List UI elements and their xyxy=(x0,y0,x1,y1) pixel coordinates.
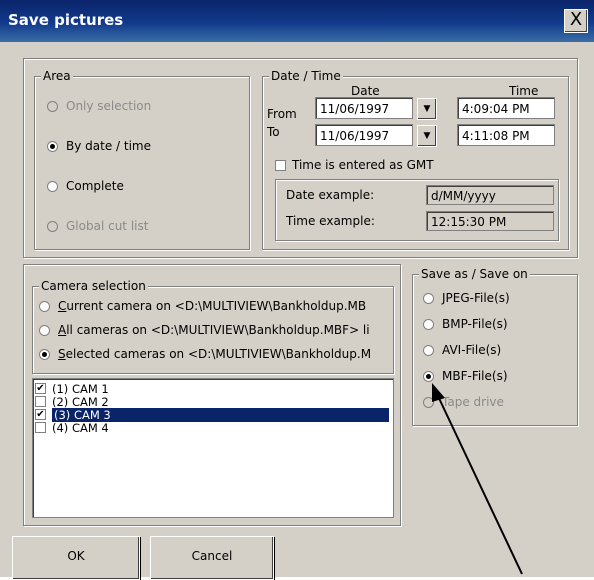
checkbox-icon xyxy=(275,159,286,171)
date-example-label: Date example: xyxy=(286,188,375,202)
save-as-group-label: Save as / Save on xyxy=(419,267,530,281)
from-label: From xyxy=(267,107,297,121)
all-cameras-label: All cameras on <D:\MULTIVIEW\Bankholdup.… xyxy=(58,323,370,337)
selected-cameras-label: Selected cameras on <D:\MULTIVIEW\Bankho… xyxy=(58,347,372,361)
gmt-checkbox[interactable]: Time is entered as GMT xyxy=(275,158,434,172)
tape-drive-label: Tape drive xyxy=(442,395,504,409)
dialog-body: Area Only selection By date / time Compl… xyxy=(0,42,594,580)
bmp-radio[interactable]: BMP-File(s) xyxy=(423,317,508,331)
title-bar: Save pictures X xyxy=(0,0,594,42)
tape-drive-radio[interactable]: Tape drive xyxy=(423,395,504,409)
from-date-dropdown-icon[interactable]: ▼ xyxy=(417,98,437,120)
area-by-date-radio[interactable]: By date / time xyxy=(47,139,151,153)
gmt-label: Time is entered as GMT xyxy=(292,158,434,172)
radio-icon xyxy=(423,292,434,304)
camera-list[interactable]: ✔ (1) CAM 1 (2) CAM 2 ✔ (3) CAM 3 (4) CA… xyxy=(32,378,394,518)
radio-selected-icon xyxy=(423,370,434,382)
avi-radio[interactable]: AVI-File(s) xyxy=(423,343,501,357)
current-camera-radio[interactable]: Current camera on <D:\MULTIVIEW\Bankhold… xyxy=(39,299,366,313)
radio-selected-icon xyxy=(39,348,50,360)
radio-selected-icon xyxy=(47,140,58,152)
checkbox-icon[interactable] xyxy=(35,422,46,433)
ok-button[interactable]: OK xyxy=(12,536,140,580)
avi-label: AVI-File(s) xyxy=(442,343,502,357)
close-button[interactable]: X xyxy=(564,9,588,33)
bmp-label: BMP-File(s) xyxy=(442,317,508,331)
radio-icon xyxy=(47,180,58,192)
area-complete-radio[interactable]: Complete xyxy=(47,179,124,193)
save-as-group: Save as / Save on JPEG-File(s) BMP-File(… xyxy=(412,267,578,426)
camera-group-label: Camera selection xyxy=(39,279,148,293)
camera-list-item-3[interactable]: ✔ (3) CAM 3 xyxy=(35,407,389,422)
area-global-cut-radio[interactable]: Global cut list xyxy=(47,219,148,233)
camera-list-item-4[interactable]: (4) CAM 4 xyxy=(35,421,109,435)
time-example-label: Time example: xyxy=(286,214,375,228)
to-date-field[interactable]: 11/06/1997 xyxy=(315,124,413,146)
to-date-dropdown-icon[interactable]: ▼ xyxy=(417,125,437,147)
current-camera-label: Current camera on <D:\MULTIVIEW\Bankhold… xyxy=(58,299,367,313)
radio-icon xyxy=(423,396,434,408)
time-example-value: 12:15:30 PM xyxy=(426,211,554,231)
area-only-selection-radio[interactable]: Only selection xyxy=(47,99,151,113)
time-column-header: Time xyxy=(509,84,539,98)
area-group-label: Area xyxy=(41,69,73,83)
examples-panel: Date example: d/MM/yyyy Time example: 12… xyxy=(275,179,559,241)
jpeg-label: JPEG-File(s) xyxy=(442,291,510,305)
radio-icon xyxy=(423,318,434,330)
area-complete-label: Complete xyxy=(66,179,124,193)
date-example-value: d/MM/yyyy xyxy=(426,185,554,205)
from-time-field[interactable]: 4:09:04 PM xyxy=(457,97,555,119)
date-column-header: Date xyxy=(351,84,380,98)
checked-checkbox-icon[interactable]: ✔ xyxy=(35,409,46,420)
area-global-cut-label: Global cut list xyxy=(66,219,149,233)
radio-icon xyxy=(47,220,58,232)
window-title: Save pictures xyxy=(8,11,124,29)
datetime-group-label: Date / Time xyxy=(269,69,343,83)
area-by-date-label: By date / time xyxy=(66,139,151,153)
selected-cameras-radio[interactable]: Selected cameras on <D:\MULTIVIEW\Bankho… xyxy=(39,347,371,361)
radio-icon xyxy=(423,344,434,356)
to-label: To xyxy=(267,125,280,139)
checked-checkbox-icon[interactable]: ✔ xyxy=(35,383,46,394)
camera-group: Camera selection Current camera on <D:\M… xyxy=(32,279,394,374)
radio-icon xyxy=(47,100,58,112)
cancel-button[interactable]: Cancel xyxy=(150,536,274,580)
datetime-group: Date / Time Date Time From 11/06/1997 ▼ … xyxy=(262,69,569,250)
camera-list-item-1[interactable]: ✔ (1) CAM 1 xyxy=(35,382,109,396)
jpeg-radio[interactable]: JPEG-File(s) xyxy=(423,291,510,305)
area-group: Area Only selection By date / time Compl… xyxy=(34,69,250,250)
from-date-field[interactable]: 11/06/1997 xyxy=(315,97,413,119)
area-only-selection-label: Only selection xyxy=(66,99,152,113)
checkbox-icon[interactable] xyxy=(35,396,46,407)
mbf-label: MBF-File(s) xyxy=(442,369,508,383)
mbf-radio[interactable]: MBF-File(s) xyxy=(423,369,508,383)
all-cameras-radio[interactable]: All cameras on <D:\MULTIVIEW\Bankholdup.… xyxy=(39,323,370,337)
radio-icon xyxy=(39,324,50,336)
radio-icon xyxy=(39,300,50,312)
to-time-field[interactable]: 4:11:08 PM xyxy=(457,124,555,146)
camera-list-item-2[interactable]: (2) CAM 2 xyxy=(35,395,109,409)
